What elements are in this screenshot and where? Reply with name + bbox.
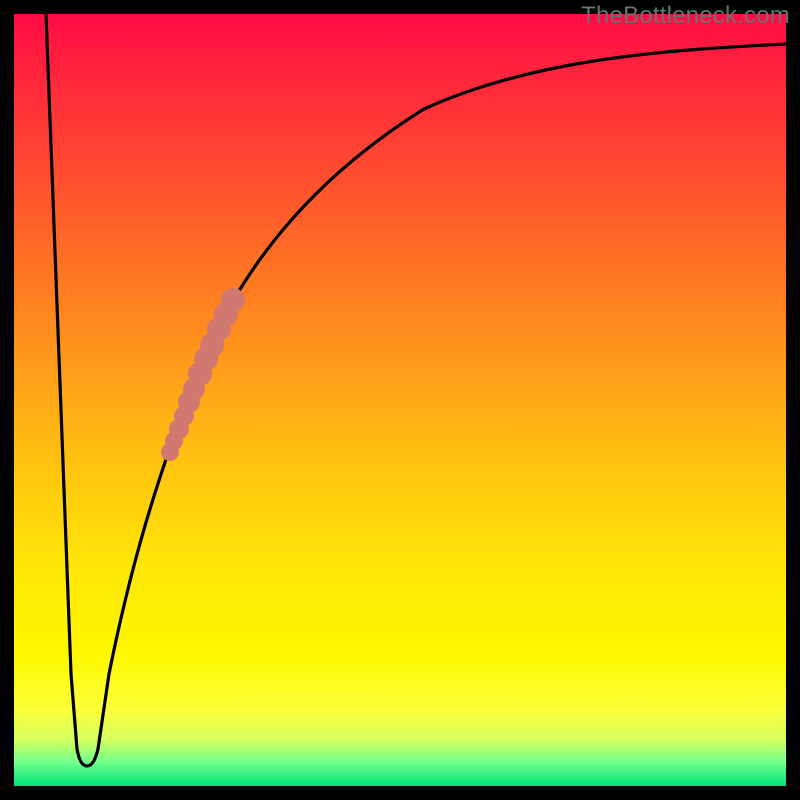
chart-frame: TheBottleneck.com	[0, 0, 800, 800]
bottleneck-curve	[46, 14, 786, 766]
plot-area	[14, 14, 786, 786]
watermark-text: TheBottleneck.com	[581, 2, 790, 30]
chart-svg	[14, 14, 786, 786]
highlight-dots	[161, 288, 245, 461]
